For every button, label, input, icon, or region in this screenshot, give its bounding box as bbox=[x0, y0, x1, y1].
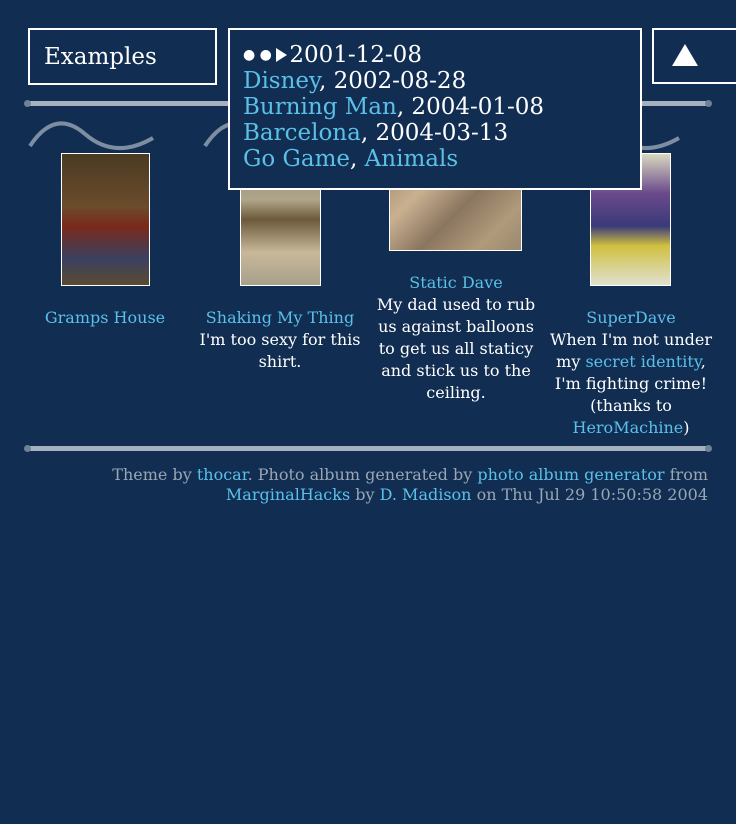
secret-identity-link[interactable]: secret identity bbox=[585, 352, 700, 371]
nav-link-disney[interactable]: Disney bbox=[243, 68, 319, 94]
nav-date: , 2004-03-13 bbox=[360, 120, 509, 146]
heromachine-link[interactable]: HeroMachine bbox=[572, 418, 683, 437]
nav-item: Barcelona, 2004-03-13 bbox=[243, 120, 508, 146]
bottom-divider bbox=[24, 445, 712, 452]
footer: Theme by thocar. Photo album generated b… bbox=[18, 465, 708, 505]
up-triangle-icon bbox=[672, 44, 698, 66]
separator: , bbox=[350, 146, 365, 172]
footer-text: Theme by bbox=[112, 465, 197, 484]
marginalhacks-link[interactable]: MarginalHacks bbox=[226, 485, 350, 504]
current-date: 2001-12-08 bbox=[289, 42, 422, 68]
nav-date: , 2002-08-28 bbox=[318, 68, 467, 94]
nav-other-line: Go Game, Animals bbox=[243, 146, 458, 172]
nav-link-burning-man[interactable]: Burning Man bbox=[243, 94, 397, 120]
album-nav-box: ● ● 2001-12-08 Disney, 2002-08-28 Burnin… bbox=[228, 28, 642, 190]
bullet-dots-icon: ● ● bbox=[243, 47, 277, 63]
album-thumbnail[interactable] bbox=[61, 153, 150, 286]
album-title-link[interactable]: SuperDave bbox=[543, 307, 719, 329]
nav-link-go-game[interactable]: Go Game bbox=[243, 146, 350, 172]
album-description: My dad used to rub us against balloons t… bbox=[376, 295, 536, 402]
album-title-link[interactable]: Gramps House bbox=[17, 307, 193, 329]
footer-text: on Thu Jul 29 10:50:58 2004 bbox=[471, 485, 708, 504]
page-title: Examples bbox=[44, 44, 157, 70]
nav-item: Burning Man, 2004-01-08 bbox=[243, 94, 544, 120]
nav-link-animals[interactable]: Animals bbox=[365, 146, 458, 172]
thocar-link[interactable]: thocar bbox=[197, 465, 248, 484]
footer-text: . Photo album generated by bbox=[247, 465, 478, 484]
album-description: I'm too sexy for this shirt. bbox=[199, 330, 361, 371]
nav-date: , 2004-01-08 bbox=[396, 94, 545, 120]
nav-item: Disney, 2002-08-28 bbox=[243, 68, 466, 94]
desc-text: ) bbox=[683, 418, 690, 437]
nav-link-barcelona[interactable]: Barcelona bbox=[243, 120, 361, 146]
footer-text: from bbox=[664, 465, 708, 484]
album-title-link[interactable]: Static Dave bbox=[368, 272, 544, 294]
footer-text: by bbox=[350, 485, 380, 504]
album-title-link[interactable]: Shaking My Thing bbox=[192, 307, 368, 329]
author-link[interactable]: D. Madison bbox=[380, 485, 472, 504]
photo-album-generator-link[interactable]: photo album generator bbox=[477, 465, 664, 484]
current-arrow-icon bbox=[276, 48, 288, 62]
up-button[interactable] bbox=[652, 28, 736, 84]
album-description: When I'm not under my secret identity, I… bbox=[543, 329, 719, 439]
title-box: Examples bbox=[28, 28, 217, 85]
nav-current-line: ● ● 2001-12-08 bbox=[243, 42, 422, 68]
